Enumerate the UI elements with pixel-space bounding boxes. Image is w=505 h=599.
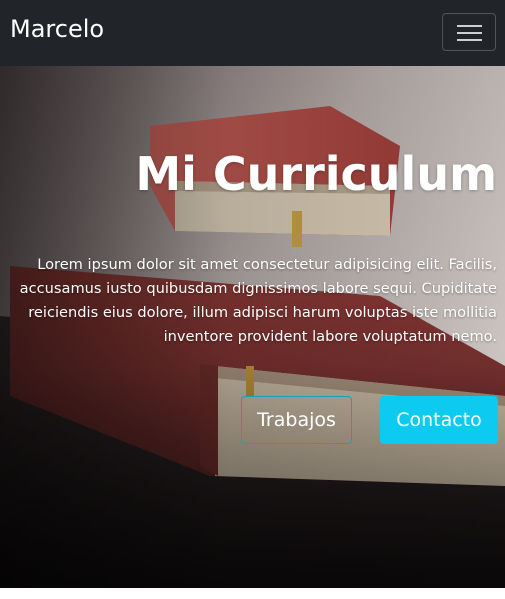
contacto-button[interactable]: Contacto [380, 396, 498, 444]
hero-title: Mi Curriculum [135, 147, 497, 201]
trabajos-button[interactable]: Trabajos [241, 396, 352, 444]
navbar-brand[interactable]: Marcelo [10, 12, 104, 46]
navbar-toggle-button[interactable] [442, 13, 496, 51]
hero-description: Lorem ipsum dolor sit amet consectetur a… [19, 256, 497, 345]
page-bottom-area [0, 588, 505, 599]
hero-section: Mi Curriculum Lorem ipsum dolor sit amet… [0, 66, 505, 588]
navbar: Marcelo [0, 0, 505, 66]
hamburger-menu-icon [457, 25, 482, 27]
hamburger-menu-icon-line [457, 39, 482, 41]
hamburger-menu-icon-line [457, 32, 482, 34]
